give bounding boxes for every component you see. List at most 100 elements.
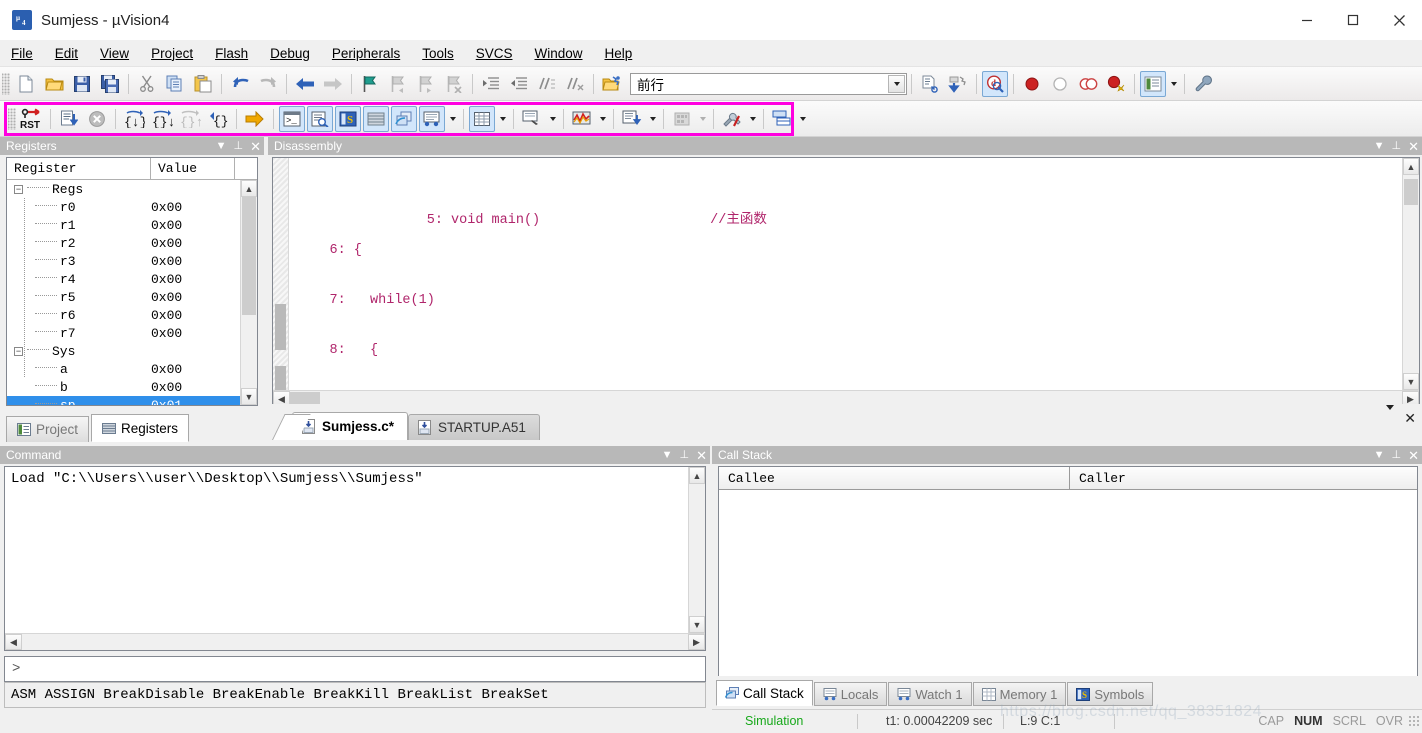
code-navigate-combo-arrow[interactable] <box>888 74 905 93</box>
trace-windows-dropdown[interactable] <box>646 106 659 132</box>
scroll-down-icon[interactable]: ▼ <box>241 388 257 405</box>
panel-menu-chevron-down-icon[interactable]: ▼ <box>1374 140 1385 152</box>
toolbar-gripper[interactable] <box>2 72 10 95</box>
scroll-track[interactable] <box>22 634 688 650</box>
table-row[interactable]: r7 0x00 <box>7 324 240 342</box>
code-navigate-combo[interactable]: 前行 <box>630 72 907 95</box>
scroll-up-icon[interactable]: ▲ <box>689 467 705 484</box>
reset-cpu-icon[interactable]: RST <box>19 106 45 132</box>
comment-icon[interactable] <box>534 71 560 97</box>
table-row[interactable]: r6 0x00 <box>7 306 240 324</box>
panel-pin-icon[interactable]: ⊥ <box>1392 449 1402 461</box>
close-button[interactable] <box>1376 0 1422 40</box>
tab-watch-1[interactable]: Watch 1 <box>888 682 972 706</box>
undo-icon[interactable] <box>227 71 253 97</box>
scroll-track[interactable] <box>241 197 257 388</box>
maximize-button[interactable] <box>1330 0 1376 40</box>
resize-grip-icon[interactable] <box>1408 715 1420 727</box>
step-over-icon[interactable]: {}↓ <box>149 106 175 132</box>
configure-icon[interactable] <box>1190 71 1216 97</box>
analysis-windows-dropdown[interactable] <box>596 106 609 132</box>
panel-menu-chevron-down-icon[interactable]: ▼ <box>662 449 673 461</box>
scroll-down-icon[interactable]: ▼ <box>689 616 705 633</box>
editor-close-icon[interactable]: ✕ <box>1404 411 1416 425</box>
editor-menu-chevron-down-icon[interactable] <box>1386 405 1395 425</box>
disassembly-gutter[interactable] <box>273 158 289 390</box>
memory-windows-icon[interactable] <box>469 105 495 132</box>
copy-icon[interactable] <box>162 71 188 97</box>
open-file-icon[interactable] <box>41 71 67 97</box>
registers-column-register[interactable]: Register <box>7 158 151 179</box>
table-row[interactable]: a 0x00 <box>7 360 240 378</box>
tab-locals[interactable]: Locals <box>813 682 888 706</box>
panel-close-icon[interactable]: ✕ <box>1408 140 1419 153</box>
toolbox-icon[interactable] <box>719 106 745 132</box>
watch-windows-dropdown[interactable] <box>446 106 459 132</box>
registers-window-icon[interactable] <box>363 105 389 132</box>
table-row[interactable]: r0 0x00 <box>7 198 240 216</box>
scroll-up-icon[interactable]: ▲ <box>1403 158 1419 175</box>
menu-window[interactable]: Window <box>523 43 593 64</box>
disable-all-breakpoints-icon[interactable] <box>1075 71 1101 97</box>
code-line[interactable]: 6: { <box>289 241 1402 261</box>
table-row[interactable]: − Sys <box>7 342 240 360</box>
call-stack-rows[interactable] <box>719 490 1417 676</box>
navigate-forward-icon[interactable] <box>320 71 346 97</box>
command-input[interactable]: > <box>4 656 706 682</box>
editor-tab-startup-a51[interactable]: STARTUP.A51 <box>408 414 540 440</box>
table-row[interactable]: r5 0x00 <box>7 288 240 306</box>
disassembly-code[interactable]: 5: void main() //主函数 6: { 7: while(1) 8: … <box>289 158 1402 390</box>
manage-components-icon[interactable] <box>1140 70 1166 97</box>
panel-menu-chevron-down-icon[interactable]: ▼ <box>216 140 227 152</box>
code-line[interactable]: 5: void main() //主函数 <box>289 191 1402 228</box>
scroll-thumb[interactable] <box>242 197 256 315</box>
panel-pin-icon[interactable]: ⊥ <box>1392 140 1402 152</box>
call-stack-column-caller[interactable]: Caller <box>1070 467 1417 489</box>
gutter-thumb[interactable] <box>275 304 286 350</box>
scroll-thumb[interactable] <box>1404 179 1418 205</box>
tree-collapse-icon[interactable]: − <box>14 346 23 356</box>
paste-icon[interactable] <box>190 71 216 97</box>
debug-toolbar-gripper[interactable] <box>8 107 16 130</box>
tab-symbols[interactable]: S Symbols <box>1067 682 1154 706</box>
table-row-selected[interactable]: sp 0x01 <box>7 396 240 405</box>
system-viewer-icon[interactable] <box>669 106 695 132</box>
minimize-button[interactable] <box>1284 0 1330 40</box>
save-icon[interactable] <box>69 71 95 97</box>
indent-icon[interactable] <box>478 71 504 97</box>
table-row[interactable]: r2 0x00 <box>7 234 240 252</box>
redo-icon[interactable] <box>255 71 281 97</box>
disassembly-vertical-scrollbar[interactable]: ▲ ▼ <box>1402 158 1419 390</box>
scroll-left-icon[interactable]: ◀ <box>5 634 22 650</box>
scroll-right-icon[interactable]: ▶ <box>688 634 705 650</box>
scroll-track[interactable] <box>689 484 705 616</box>
scroll-down-icon[interactable]: ▼ <box>1403 373 1419 390</box>
uncomment-icon[interactable] <box>562 71 588 97</box>
navigate-back-icon[interactable] <box>292 71 318 97</box>
code-line[interactable]: 7: while(1) <box>289 291 1402 311</box>
watch-windows-icon[interactable] <box>419 105 445 132</box>
download-icon[interactable] <box>945 71 971 97</box>
step-out-icon[interactable]: {}↑ <box>177 106 203 132</box>
symbols-window-icon[interactable]: S <box>335 105 361 132</box>
tab-memory-1[interactable]: Memory 1 <box>972 682 1067 706</box>
panel-pin-icon[interactable]: ⊥ <box>680 449 690 461</box>
tab-call-stack[interactable]: Call Stack <box>716 680 813 706</box>
stop-icon[interactable] <box>84 106 110 132</box>
serial-windows-dropdown[interactable] <box>546 106 559 132</box>
command-window-icon[interactable]: >_ <box>279 105 305 132</box>
tree-collapse-icon[interactable]: − <box>14 184 23 194</box>
menu-flash[interactable]: Flash <box>204 43 259 64</box>
open-project-folder-icon[interactable] <box>599 71 625 97</box>
debug-layout-dropdown[interactable] <box>796 106 809 132</box>
insert-breakpoint-icon[interactable] <box>1019 71 1045 97</box>
code-line[interactable]: 8: { <box>289 341 1402 361</box>
panel-close-icon[interactable]: ✕ <box>250 140 261 153</box>
command-vertical-scrollbar[interactable]: ▲ ▼ <box>688 467 705 633</box>
sidebar-tab-registers[interactable]: Registers <box>91 414 190 442</box>
table-row[interactable]: r1 0x00 <box>7 216 240 234</box>
menu-peripherals[interactable]: Peripherals <box>321 43 411 64</box>
outdent-icon[interactable] <box>506 71 532 97</box>
bookmark-toggle-icon[interactable] <box>357 71 383 97</box>
disassembly-window-icon[interactable] <box>307 105 333 132</box>
